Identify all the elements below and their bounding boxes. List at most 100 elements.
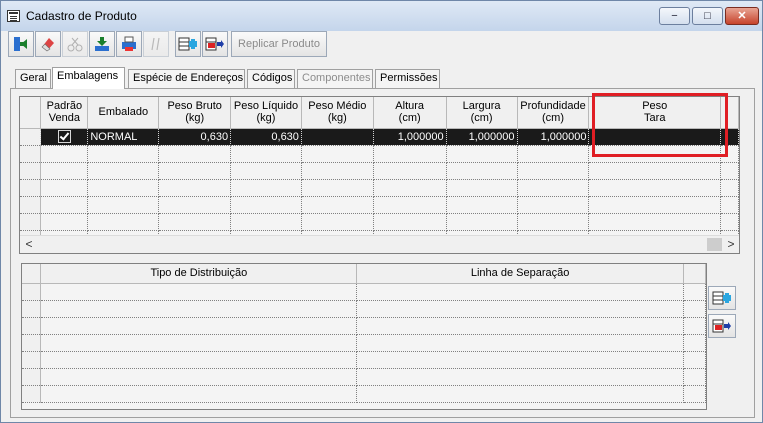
grid-cell[interactable]: [87, 145, 160, 163]
grid-cell[interactable]: [356, 300, 684, 318]
padrao-venda-checkbox[interactable]: [57, 130, 71, 143]
cell-peso-medio[interactable]: [301, 128, 374, 146]
grid-cell[interactable]: [40, 179, 89, 197]
table-row[interactable]: [22, 351, 706, 369]
grid-cell[interactable]: [588, 196, 722, 214]
grid-cell[interactable]: [40, 385, 358, 403]
cell-embalado[interactable]: NORMAL: [87, 128, 160, 146]
table-row[interactable]: [22, 368, 706, 386]
grid-cell[interactable]: [356, 351, 684, 369]
grid-cell[interactable]: [230, 196, 302, 214]
table-row[interactable]: [20, 162, 739, 180]
grid-cell[interactable]: [301, 145, 374, 163]
cell-altura[interactable]: 1,000000: [373, 128, 447, 146]
grid-cell[interactable]: [40, 162, 89, 180]
remove-row-button[interactable]: [202, 31, 228, 57]
horizontal-scrollbar[interactable]: < >: [20, 235, 739, 253]
grid-cell[interactable]: [40, 145, 89, 163]
grid-cell[interactable]: [301, 179, 374, 197]
col-peso-medio[interactable]: Peso Médio (kg): [301, 97, 374, 129]
grid-cell[interactable]: [40, 213, 89, 231]
replicate-product-button[interactable]: Replicar Produto: [231, 31, 327, 57]
grid-cell[interactable]: [40, 317, 358, 335]
grid-cell[interactable]: [40, 351, 358, 369]
scroll-left-button[interactable]: <: [22, 237, 36, 252]
grid-cell[interactable]: [373, 179, 447, 197]
grid-cell[interactable]: [373, 196, 447, 214]
row-indicator[interactable]: [20, 128, 42, 146]
grid-cell[interactable]: [158, 162, 232, 180]
table-row[interactable]: [22, 385, 706, 403]
grid-cell[interactable]: [517, 179, 590, 197]
grid-cell[interactable]: [517, 162, 590, 180]
clear-button[interactable]: [35, 31, 61, 57]
col-tipo-distribuicao[interactable]: Tipo de Distribuição: [40, 264, 358, 284]
grid-cell[interactable]: [230, 179, 302, 197]
grid-cell[interactable]: [446, 145, 518, 163]
grid-cell[interactable]: [158, 213, 232, 231]
tab-especie-enderecos[interactable]: Espécie de Endereços: [128, 69, 245, 88]
grid-cell[interactable]: [446, 196, 518, 214]
download-button[interactable]: [89, 31, 115, 57]
grid-cell[interactable]: [40, 283, 358, 301]
col-altura[interactable]: Altura (cm): [373, 97, 447, 129]
grid-cell[interactable]: [87, 196, 160, 214]
grid-cell[interactable]: [356, 283, 684, 301]
grid-cell[interactable]: [230, 213, 302, 231]
grid-cell[interactable]: [517, 145, 590, 163]
grid-cell[interactable]: [373, 145, 447, 163]
cell-peso-bruto[interactable]: 0,630: [158, 128, 232, 146]
table-row[interactable]: [20, 196, 739, 214]
col-profundidade[interactable]: Profundidade (cm): [517, 97, 590, 129]
grid-cell[interactable]: [230, 145, 302, 163]
grid-cell[interactable]: [87, 213, 160, 231]
remove-distribution-button[interactable]: [708, 314, 736, 338]
grid-cell[interactable]: [40, 196, 89, 214]
grid-cell[interactable]: [301, 162, 374, 180]
cell-profundidade[interactable]: 1,000000: [517, 128, 590, 146]
table-row[interactable]: [20, 213, 739, 231]
grid-cell[interactable]: [158, 196, 232, 214]
grid-cell[interactable]: [87, 179, 160, 197]
grid-cell[interactable]: [588, 162, 722, 180]
grid-cell[interactable]: [373, 213, 447, 231]
grid-cell[interactable]: [356, 334, 684, 352]
table-row[interactable]: [22, 334, 706, 352]
cell-padrao-venda[interactable]: [40, 128, 89, 146]
grid-cell[interactable]: [446, 162, 518, 180]
grid-cell[interactable]: [517, 213, 590, 231]
col-peso-liquido[interactable]: Peso Líquido (kg): [230, 97, 302, 129]
cut-button[interactable]: [62, 31, 88, 57]
tab-embalagens[interactable]: Embalagens: [52, 67, 125, 89]
grid-cell[interactable]: [356, 368, 684, 386]
table-row[interactable]: [22, 283, 706, 301]
close-button[interactable]: ✕: [725, 7, 759, 25]
grid-cell[interactable]: [301, 196, 374, 214]
grid-cell[interactable]: [230, 162, 302, 180]
grid-cell[interactable]: [40, 334, 358, 352]
cell-largura[interactable]: 1,000000: [446, 128, 518, 146]
col-linha-separacao[interactable]: Linha de Separação: [356, 264, 684, 284]
scroll-thumb[interactable]: [707, 238, 722, 251]
col-padrao-venda[interactable]: Padrão Venda: [40, 97, 89, 129]
table-row[interactable]: [20, 179, 739, 197]
table-row[interactable]: [22, 317, 706, 335]
grid-cell[interactable]: [40, 368, 358, 386]
add-row-button[interactable]: [175, 31, 201, 57]
grid-cell[interactable]: [373, 162, 447, 180]
cell-peso-liquido[interactable]: 0,630: [230, 128, 302, 146]
scroll-right-button[interactable]: >: [724, 237, 738, 252]
grid-cell[interactable]: [356, 317, 684, 335]
col-embalado[interactable]: Embalado: [87, 97, 160, 129]
grid-cell[interactable]: [446, 213, 518, 231]
print-button[interactable]: [116, 31, 142, 57]
grid-cell[interactable]: [356, 385, 684, 403]
tab-geral[interactable]: Geral: [15, 69, 51, 88]
table-row[interactable]: [22, 300, 706, 318]
col-peso-bruto[interactable]: Peso Bruto (kg): [158, 97, 232, 129]
add-distribution-button[interactable]: [708, 286, 736, 310]
grid-cell[interactable]: [158, 145, 232, 163]
col-largura[interactable]: Largura (cm): [446, 97, 518, 129]
tab-codigos[interactable]: Códigos: [247, 69, 295, 88]
tab-permissoes[interactable]: Permissões: [375, 69, 440, 88]
